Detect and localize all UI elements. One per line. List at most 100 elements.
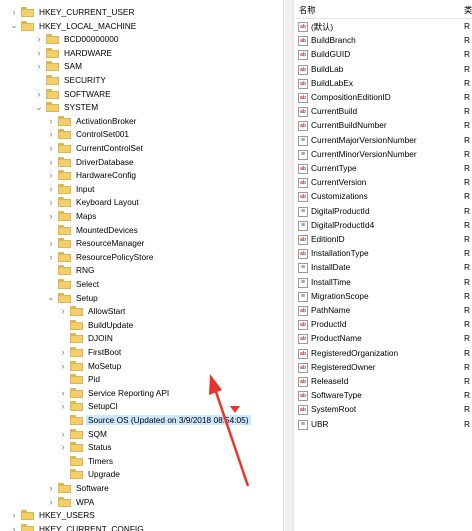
type-column-header[interactable]: 类 bbox=[464, 4, 472, 16]
tree-item-mosetup[interactable]: › MoSetup bbox=[59, 359, 123, 373]
collapse-chevron-icon[interactable]: ⌄ bbox=[47, 291, 55, 305]
tree-item-timers[interactable]: Timers bbox=[59, 454, 115, 468]
value-row[interactable]: ab RegisteredOwner R bbox=[294, 361, 472, 375]
collapse-chevron-icon[interactable]: ⌄ bbox=[35, 100, 43, 114]
expand-chevron-icon[interactable]: › bbox=[59, 399, 67, 413]
tree-item-currentcontrolset[interactable]: › CurrentControlSet bbox=[47, 141, 145, 155]
name-column-header[interactable]: 名称 bbox=[299, 4, 316, 16]
value-row[interactable]: ≡ DigitalProductId4 R bbox=[294, 219, 472, 233]
value-row[interactable]: ab BuildBranch R bbox=[294, 34, 472, 48]
expand-chevron-icon[interactable]: › bbox=[35, 59, 43, 73]
tree-item-hkey-current-user[interactable]: › HKEY_CURRENT_USER bbox=[10, 5, 136, 19]
value-row[interactable]: ab BuildLabEx R bbox=[294, 77, 472, 91]
expand-chevron-icon[interactable]: › bbox=[47, 155, 55, 169]
expand-chevron-icon[interactable]: › bbox=[59, 345, 67, 359]
expand-chevron-icon[interactable]: › bbox=[47, 495, 55, 509]
tree-item-hardware[interactable]: › HARDWARE bbox=[35, 46, 114, 60]
expand-chevron-icon[interactable]: › bbox=[35, 46, 43, 60]
value-row[interactable]: ab BuildLab R bbox=[294, 63, 472, 77]
value-row[interactable]: ≡ DigitalProductId R bbox=[294, 205, 472, 219]
collapse-chevron-icon[interactable]: ⌄ bbox=[10, 19, 18, 33]
value-row[interactable]: ab PathName R bbox=[294, 304, 472, 318]
expand-chevron-icon[interactable]: › bbox=[47, 114, 55, 128]
value-row[interactable]: ab CompositionEditionID R bbox=[294, 91, 472, 105]
tree-item-select[interactable]: Select bbox=[47, 277, 101, 291]
tree-item-setup[interactable]: ⌄ Setup bbox=[47, 291, 100, 305]
tree-item-resourcepolicystore[interactable]: › ResourcePolicyStore bbox=[47, 250, 155, 264]
value-row[interactable]: ab BuildGUID R bbox=[294, 48, 472, 62]
tree-item-status[interactable]: › Status bbox=[59, 440, 114, 454]
value-row[interactable]: ab RegisteredOrganization R bbox=[294, 347, 472, 361]
value-row[interactable]: ab ReleaseId R bbox=[294, 375, 472, 389]
tree-item-software-2[interactable]: › Software bbox=[47, 481, 111, 495]
value-row[interactable]: ab (默认) R bbox=[294, 20, 472, 34]
tree-item-system[interactable]: ⌄ SYSTEM bbox=[35, 100, 100, 114]
expand-chevron-icon[interactable]: › bbox=[47, 182, 55, 196]
expand-chevron-icon[interactable]: › bbox=[10, 522, 18, 531]
tree-item-mounteddevices[interactable]: MountedDevices bbox=[47, 223, 140, 237]
expand-chevron-icon[interactable]: › bbox=[47, 481, 55, 495]
expand-chevron-icon[interactable]: › bbox=[35, 32, 43, 46]
value-row[interactable]: ≡ CurrentMajorVersionNumber R bbox=[294, 134, 472, 148]
expand-chevron-icon[interactable]: › bbox=[47, 141, 55, 155]
expand-chevron-icon[interactable]: › bbox=[47, 195, 55, 209]
tree-item-maps[interactable]: › Maps bbox=[47, 209, 98, 223]
tree-item-software[interactable]: › SOFTWARE bbox=[35, 87, 113, 101]
value-row[interactable]: ≡ UBR R bbox=[294, 418, 472, 432]
tree-item-allowstart[interactable]: › AllowStart bbox=[59, 304, 127, 318]
value-row[interactable]: ab SystemRoot R bbox=[294, 403, 472, 417]
expand-chevron-icon[interactable]: › bbox=[35, 87, 43, 101]
expand-chevron-icon[interactable]: › bbox=[59, 386, 67, 400]
expand-chevron-icon[interactable]: › bbox=[47, 168, 55, 182]
tree-item-buildupdate[interactable]: BuildUpdate bbox=[59, 318, 135, 332]
value-row[interactable]: ab InstallationType R bbox=[294, 247, 472, 261]
expand-chevron-icon[interactable]: › bbox=[10, 508, 18, 522]
tree-item-security[interactable]: SECURITY bbox=[35, 73, 108, 87]
value-row[interactable]: ≡ InstallDate R bbox=[294, 261, 472, 275]
expand-chevron-icon[interactable]: › bbox=[47, 236, 55, 250]
expand-chevron-icon[interactable]: › bbox=[47, 250, 55, 264]
expand-chevron-icon[interactable]: › bbox=[59, 440, 67, 454]
tree-item-rng[interactable]: RNG bbox=[47, 263, 96, 277]
value-row[interactable]: ab CurrentType R bbox=[294, 162, 472, 176]
tree-item-resourcemanager[interactable]: › ResourceManager bbox=[47, 236, 146, 250]
value-row[interactable]: ab CurrentBuildNumber R bbox=[294, 119, 472, 133]
value-row[interactable]: ab Customizations R bbox=[294, 190, 472, 204]
expand-chevron-icon[interactable]: › bbox=[59, 427, 67, 441]
tree-item-source-os[interactable]: Source OS (Updated on 3/9/2018 08:54:05) bbox=[59, 413, 251, 427]
tree-item-hkey-current-config[interactable]: › HKEY_CURRENT_CONFIG bbox=[10, 522, 146, 531]
tree-item-sqm[interactable]: › SQM bbox=[59, 427, 109, 441]
tree-item-hardwareconfig[interactable]: › HardwareConfig bbox=[47, 168, 138, 182]
tree-item-keyboard-layout[interactable]: › Keyboard Layout bbox=[47, 195, 141, 209]
tree-item-sam[interactable]: › SAM bbox=[35, 59, 84, 73]
expand-chevron-icon[interactable]: › bbox=[47, 209, 55, 223]
tree-item-input[interactable]: › Input bbox=[47, 182, 96, 196]
tree-item-service-reporting-api[interactable]: › Service Reporting API bbox=[59, 386, 171, 400]
tree-item-controlset001[interactable]: › ControlSet001 bbox=[47, 127, 131, 141]
tree-item-wpa[interactable]: › WPA bbox=[47, 495, 96, 509]
tree-item-pid[interactable]: Pid bbox=[59, 372, 102, 386]
value-row[interactable]: ≡ MigrationScope R bbox=[294, 290, 472, 304]
value-row[interactable]: ab ProductId R bbox=[294, 318, 472, 332]
expand-chevron-icon[interactable]: › bbox=[47, 127, 55, 141]
tree-item-djoin[interactable]: DJOIN bbox=[59, 331, 115, 345]
value-row[interactable]: ab SoftwareType R bbox=[294, 389, 472, 403]
value-row[interactable]: ab EditionID R bbox=[294, 233, 472, 247]
tree-item-hkey-local-machine[interactable]: ⌄ HKEY_LOCAL_MACHINE bbox=[10, 19, 138, 33]
value-row[interactable]: ab ProductName R bbox=[294, 332, 472, 346]
tree-item-activationbroker[interactable]: › ActivationBroker bbox=[47, 114, 138, 128]
tree-item-firstboot[interactable]: › FirstBoot bbox=[59, 345, 123, 359]
binary-value-icon: ≡ bbox=[298, 135, 308, 146]
value-row[interactable]: ab CurrentVersion R bbox=[294, 176, 472, 190]
tree-item-bcd00000000[interactable]: › BCD00000000 bbox=[35, 32, 120, 46]
expand-chevron-icon[interactable]: › bbox=[10, 5, 18, 19]
tree-item-hkey-users[interactable]: › HKEY_USERS bbox=[10, 508, 97, 522]
value-row[interactable]: ≡ InstallTime R bbox=[294, 276, 472, 290]
tree-item-setupcl[interactable]: › SetupCl bbox=[59, 399, 120, 413]
value-row[interactable]: ab CurrentBuild R bbox=[294, 105, 472, 119]
tree-item-driverdatabase[interactable]: › DriverDatabase bbox=[47, 155, 136, 169]
expand-chevron-icon[interactable]: › bbox=[59, 359, 67, 373]
tree-item-upgrade[interactable]: Upgrade bbox=[59, 467, 122, 481]
expand-chevron-icon[interactable]: › bbox=[59, 304, 67, 318]
value-row[interactable]: ≡ CurrentMinorVersionNumber R bbox=[294, 148, 472, 162]
